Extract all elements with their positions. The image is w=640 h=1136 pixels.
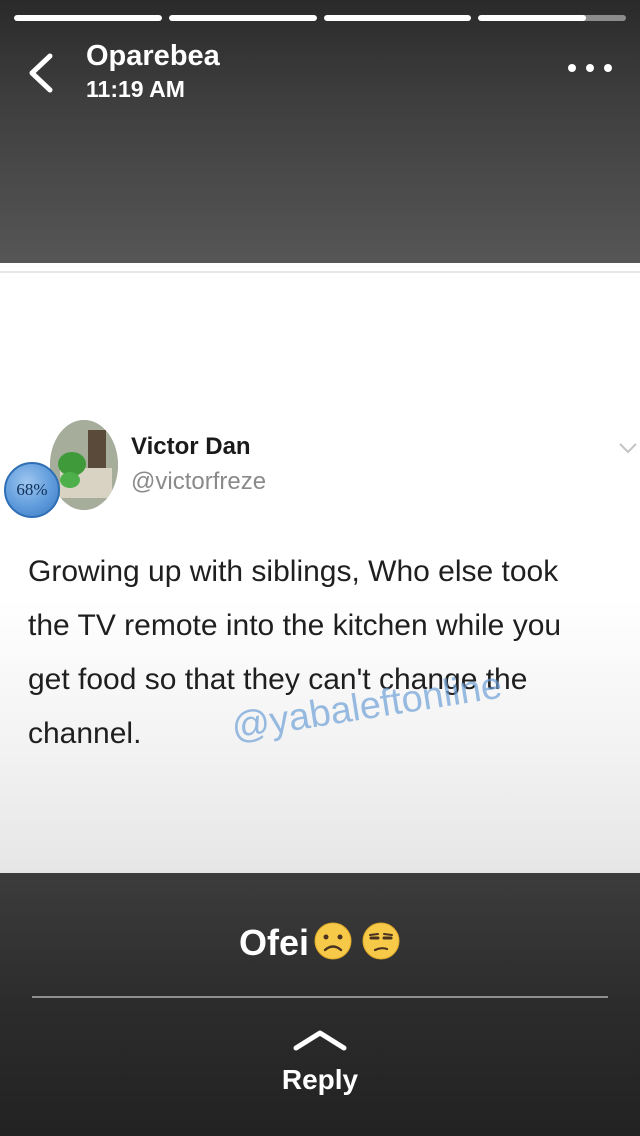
chevron-up-icon[interactable] (292, 1028, 348, 1052)
story-image: 68% Victor Dan @victorfreze Growing up w… (0, 263, 640, 873)
reply-button[interactable]: Reply (0, 1064, 640, 1096)
story-footer: Ofei Reply (0, 873, 640, 1136)
story-author-name[interactable]: Oparebea (86, 40, 220, 73)
avatar (50, 420, 118, 510)
caption-text: Ofei (238, 922, 309, 963)
chevron-down-icon (619, 443, 637, 454)
story-timestamp: 11:19 AM (86, 76, 185, 102)
divider (0, 271, 640, 273)
caption-divider (32, 996, 608, 998)
frowning-face-emoji (314, 922, 352, 960)
back-arrow-icon[interactable] (22, 50, 62, 96)
more-options-icon[interactable] (568, 64, 612, 76)
progress-segment (323, 15, 472, 21)
progress-segment (168, 15, 317, 21)
progress-segment-active (478, 15, 626, 21)
tweet-author-handle: @victorfreze (131, 468, 267, 495)
story-header: Oparebea 11:19 AM (0, 0, 640, 263)
percentage-badge: 68% (4, 462, 60, 518)
story-progress-bar (14, 15, 626, 21)
story-caption: Ofei (0, 921, 640, 964)
tweet-author-name: Victor Dan (131, 433, 251, 460)
progress-segment (14, 15, 162, 21)
unamused-face-emoji (362, 922, 400, 960)
